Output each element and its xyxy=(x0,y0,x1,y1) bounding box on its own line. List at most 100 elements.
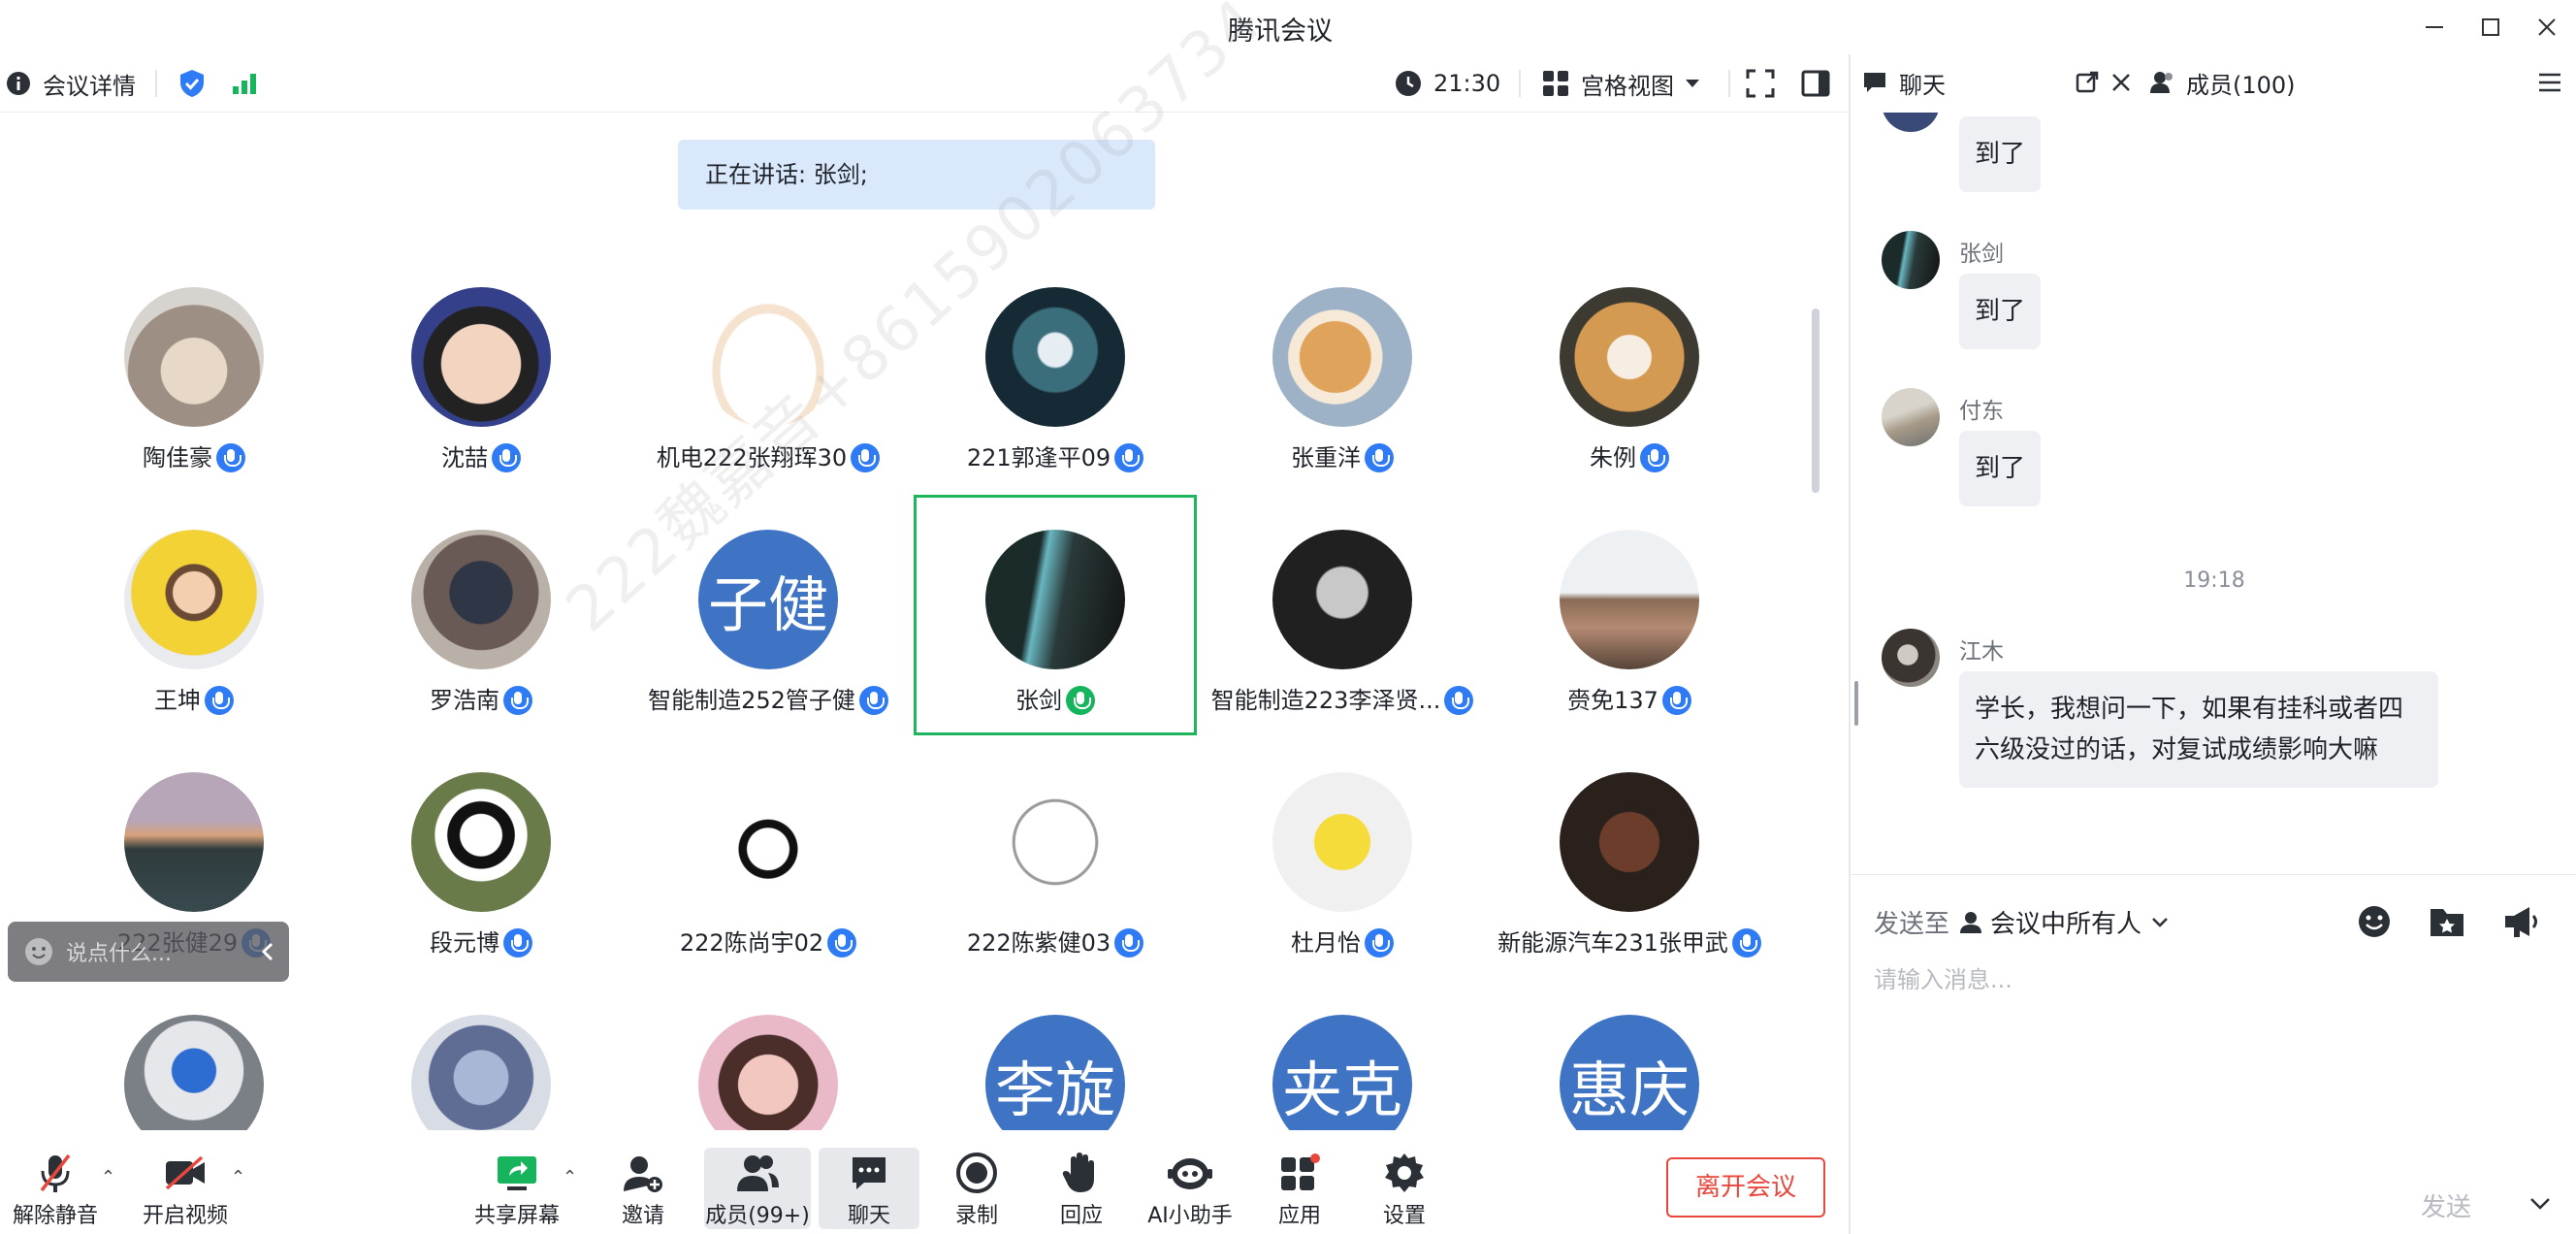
quick-chat-placeholder[interactable]: 说点什么... xyxy=(66,936,172,967)
close-chat-icon[interactable] xyxy=(2110,54,2132,111)
settings-button[interactable]: 设置 xyxy=(1350,1148,1459,1229)
participant-tile[interactable]: 张重洋 xyxy=(1201,281,1484,524)
participant-tile[interactable]: 朱例 xyxy=(1488,281,1771,524)
audio-options-chevron-icon[interactable]: ⌃ xyxy=(101,1167,115,1187)
participant-tile[interactable]: 张剑 xyxy=(914,495,1197,766)
file-folder-icon[interactable] xyxy=(2429,904,2465,939)
grid-scrollbar[interactable] xyxy=(1812,308,1819,493)
record-label: 录制 xyxy=(954,1204,998,1228)
tab-chat-label: 聊天 xyxy=(1899,71,1946,99)
participant-tile[interactable]: 新能源汽车231张甲武 xyxy=(1488,766,1771,1009)
participant-tile[interactable]: 李旋 xyxy=(914,1009,1197,1130)
popout-icon[interactable] xyxy=(2076,54,2099,111)
chat-panel: 聊天 成员(100) 沈喆 到了 xyxy=(1849,54,2576,1234)
avatar xyxy=(411,530,551,669)
participant-tile[interactable]: 王坤 xyxy=(52,524,336,766)
fullscreen-icon[interactable] xyxy=(1746,54,1775,113)
participant-tile[interactable]: 机电222张翔珲30 xyxy=(627,281,910,524)
participant-tile[interactable]: 221郭逢平09 xyxy=(914,281,1197,524)
avatar xyxy=(1882,388,1940,446)
network-signal-icon[interactable] xyxy=(231,54,258,113)
meeting-details-label: 会议详情 xyxy=(43,72,136,100)
microphone-icon xyxy=(503,928,532,958)
chat-button[interactable]: 聊天 xyxy=(819,1148,919,1229)
leave-meeting-button[interactable]: 离开会议 xyxy=(1666,1157,1825,1218)
meeting-timer[interactable]: 21:30 xyxy=(1395,54,1500,113)
menu-icon[interactable] xyxy=(2537,54,2562,111)
ai-assistant-button[interactable]: AI小助手 xyxy=(1135,1148,1245,1229)
microphone-icon xyxy=(1731,928,1761,958)
avatar xyxy=(1560,772,1699,912)
participant-name: 张重洋 xyxy=(1201,438,1484,472)
start-video-button[interactable]: 开启视频 xyxy=(132,1148,239,1229)
participant-grid[interactable]: 陶佳豪 沈喆 机电222张翔珲30 221郭逢平09 张重洋 朱例王坤 罗浩南 子健 智能制造2… xyxy=(0,281,1818,1130)
participant-tile[interactable]: 222陈紫健03 xyxy=(914,766,1197,1009)
participant-tile[interactable] xyxy=(52,1009,336,1130)
avatar xyxy=(124,1015,264,1130)
tab-chat[interactable]: 聊天 xyxy=(1862,54,1946,111)
avatar xyxy=(124,772,264,912)
avatar xyxy=(698,287,838,427)
clock-icon xyxy=(1396,71,1421,96)
react-button[interactable]: 回应 xyxy=(1028,1148,1135,1229)
toggle-sidebar-icon[interactable] xyxy=(1801,54,1830,113)
emoji-icon[interactable] xyxy=(23,936,54,967)
chat-bubble-icon xyxy=(1864,73,1885,92)
participant-tile[interactable]: 沈喆 xyxy=(339,281,623,524)
share-options-chevron-icon[interactable]: ⌃ xyxy=(563,1167,577,1187)
apps-button[interactable]: 应用 xyxy=(1245,1148,1354,1229)
emoji-icon[interactable] xyxy=(2357,904,2392,939)
minimize-icon[interactable] xyxy=(2412,8,2457,47)
participant-tile[interactable]: 夹克 xyxy=(1201,1009,1484,1130)
quick-chat-bar[interactable]: 说点什么... xyxy=(8,922,289,982)
send-to-selector[interactable]: 发送至 会议中所有人 xyxy=(1874,904,2169,940)
settings-label: 设置 xyxy=(1382,1204,1426,1228)
divider xyxy=(1519,70,1521,97)
avatar xyxy=(1272,287,1412,427)
participant-tile[interactable]: 段元博 xyxy=(339,766,623,1009)
tab-members-label: 成员(100) xyxy=(2186,71,2296,99)
participant-name: 222陈尚宇02 xyxy=(627,924,910,958)
record-button[interactable]: 录制 xyxy=(923,1148,1030,1229)
message-sender: 付东 xyxy=(1959,399,2004,424)
caret-down-icon xyxy=(1686,80,1699,87)
avatar: 夹克 xyxy=(1272,1015,1412,1130)
send-button[interactable]: 发送 xyxy=(2421,1187,2471,1223)
participant-tile[interactable] xyxy=(627,1009,910,1130)
tab-members[interactable]: 成员(100) xyxy=(2149,54,2296,111)
chevron-left-icon[interactable] xyxy=(260,941,275,962)
members-button[interactable]: 成员(99+) xyxy=(704,1148,811,1229)
send-options-chevron-icon[interactable] xyxy=(2529,1197,2551,1211)
participant-tile[interactable]: 智能制造223李泽贤... xyxy=(1201,524,1484,766)
participant-name: 222陈紫健03 xyxy=(914,924,1197,958)
announcement-icon[interactable] xyxy=(2502,904,2541,939)
meeting-details-button[interactable]: 会议详情 xyxy=(6,54,136,113)
message-input[interactable]: 请输入消息... xyxy=(1874,960,2012,994)
send-to-target-label: 会议中所有人 xyxy=(1990,910,2142,939)
participant-tile[interactable]: 222陈尚宇02 xyxy=(627,766,910,1009)
unmute-button[interactable]: 解除静音 xyxy=(2,1148,109,1229)
microphone-icon xyxy=(492,443,521,472)
participant-tile[interactable]: 陶佳豪 xyxy=(52,281,336,524)
invite-button[interactable]: 邀请 xyxy=(590,1148,696,1229)
close-icon[interactable] xyxy=(2525,8,2569,47)
view-mode-dropdown[interactable]: 宫格视图 xyxy=(1542,54,1701,113)
participant-tile[interactable]: 惠庆 xyxy=(1488,1009,1771,1130)
participant-tile[interactable]: 赍免137 xyxy=(1488,524,1771,766)
participant-tile[interactable] xyxy=(339,1009,623,1130)
meeting-time: 21:30 xyxy=(1433,70,1501,97)
security-shield-icon[interactable] xyxy=(178,54,206,113)
avatar xyxy=(698,1015,838,1130)
gear-icon xyxy=(1385,1153,1424,1192)
microphone-icon xyxy=(1114,443,1144,472)
chat-icon xyxy=(853,1157,886,1189)
panel-resize-handle[interactable] xyxy=(1854,681,1858,726)
chat-message-list[interactable]: 沈喆 到了 张剑 到了 付东 到了 19:18 江木 学长，我想问一下，如果有挂… xyxy=(1851,113,2576,898)
video-options-chevron-icon[interactable]: ⌃ xyxy=(231,1167,245,1187)
maximize-icon[interactable] xyxy=(2468,8,2513,47)
participant-tile[interactable]: 罗浩南 xyxy=(339,524,623,766)
share-screen-button[interactable]: 共享屏幕 xyxy=(464,1148,570,1229)
participant-tile[interactable]: 子健 智能制造252管子健 xyxy=(627,524,910,766)
meeting-topbar: 会议详情 21:30 宫格视图 xyxy=(0,54,1849,113)
participant-tile[interactable]: 杜月怡 xyxy=(1201,766,1484,1009)
